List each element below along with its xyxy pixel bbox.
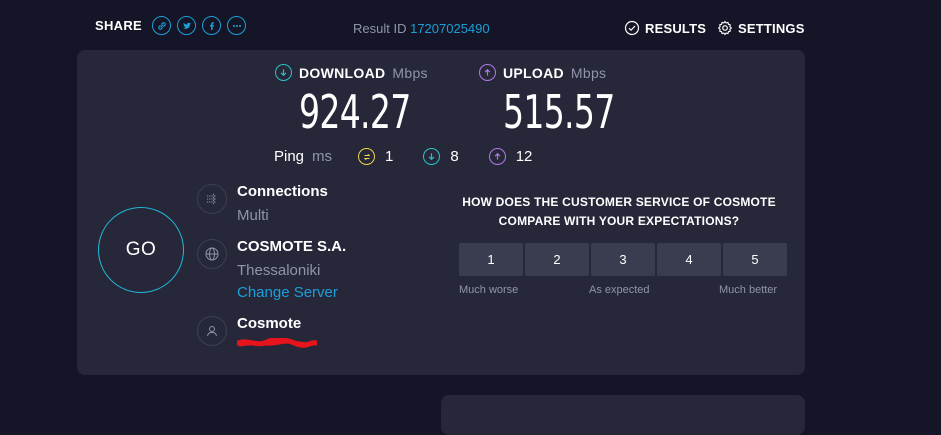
upload-label: UPLOAD (503, 64, 564, 81)
ping-idle-value: 1 (385, 148, 394, 165)
upload-arrow-icon (479, 64, 496, 81)
provider-name: Cosmote (237, 315, 302, 332)
download-header: DOWNLOAD Mbps (275, 64, 454, 81)
result-id: Result ID 17207025490 (353, 21, 490, 36)
top-bar: SHARE Result ID 17207025490 RESULTS SETT… (0, 0, 941, 56)
ping-upload-value: 12 (515, 148, 533, 165)
user-icon (197, 316, 227, 346)
upload-header: UPLOAD Mbps (479, 64, 658, 81)
scale-high-label: Much better (719, 284, 778, 296)
redacted-ip-scribble (235, 336, 319, 348)
download-value: 924.27 (299, 85, 411, 139)
download-label: DOWNLOAD (299, 64, 386, 81)
rating-option-1[interactable]: 1 (459, 243, 523, 276)
rating-scale: 1 2 3 4 5 (459, 243, 787, 276)
more-icon[interactable] (227, 16, 247, 35)
results-label: RESULTS (645, 20, 707, 36)
server-name: COSMOTE S.A. (237, 238, 347, 255)
connections-title: Connections (237, 183, 328, 200)
results-button[interactable]: RESULTS (624, 20, 706, 36)
download-latency-icon (423, 148, 441, 165)
facebook-icon[interactable] (202, 16, 222, 35)
result-id-label: Result ID (353, 21, 407, 36)
server-info: COSMOTE S.A. Thessaloniki Change Server (237, 238, 346, 301)
scale-low-label: Much worse (459, 284, 519, 296)
survey-question: HOW DOES THE CUSTOMER SERVICE OF COSMOTE… (462, 195, 776, 228)
scale-mid-label: As expected (589, 284, 650, 296)
twitter-icon[interactable] (177, 16, 197, 35)
upload-value: 515.57 (503, 85, 615, 139)
share-label: SHARE (95, 18, 143, 33)
ping-label: Ping (274, 148, 305, 165)
download-metric: DOWNLOAD Mbps 924.27 (275, 64, 454, 139)
ping-idle: 1 (358, 148, 393, 165)
share-group: SHARE (95, 16, 247, 35)
ping-unit: ms (312, 148, 333, 165)
upload-metric: UPLOAD Mbps 515.57 (479, 64, 658, 139)
gear-icon (718, 20, 732, 36)
rating-option-5[interactable]: 5 (723, 243, 787, 276)
connections-value: Multi (237, 207, 269, 224)
link-icon[interactable] (152, 16, 172, 35)
provider-info: Cosmote (235, 315, 319, 352)
connections-icon (197, 184, 227, 214)
settings-button[interactable]: SETTINGS (717, 20, 805, 36)
idle-latency-icon (358, 148, 376, 165)
rating-option-3[interactable]: 3 (591, 243, 655, 276)
download-arrow-icon (275, 64, 292, 81)
check-circle-icon (624, 20, 640, 36)
upload-latency-icon (488, 148, 506, 165)
rating-option-4[interactable]: 4 (657, 243, 721, 276)
result-card: DOWNLOAD Mbps 924.27 UPLOAD Mbps 515.57 … (77, 50, 805, 375)
secondary-card (441, 395, 805, 435)
ping-upload: 12 (488, 148, 533, 165)
rating-option-2[interactable]: 2 (525, 243, 589, 276)
settings-label: SETTINGS (738, 20, 805, 36)
connections-info: Connections Multi (237, 183, 328, 224)
go-button[interactable]: GO (98, 207, 184, 293)
upload-unit: Mbps (570, 64, 607, 81)
change-server-link[interactable]: Change Server (237, 284, 346, 301)
download-unit: Mbps (392, 64, 428, 81)
ping-download: 8 (423, 148, 459, 165)
result-id-link[interactable]: 17207025490 (410, 21, 490, 36)
server-location: Thessaloniki (237, 262, 321, 279)
globe-icon (197, 239, 227, 269)
ping-row: Ping ms 1 8 12 (274, 148, 562, 165)
ping-download-value: 8 (450, 148, 459, 165)
